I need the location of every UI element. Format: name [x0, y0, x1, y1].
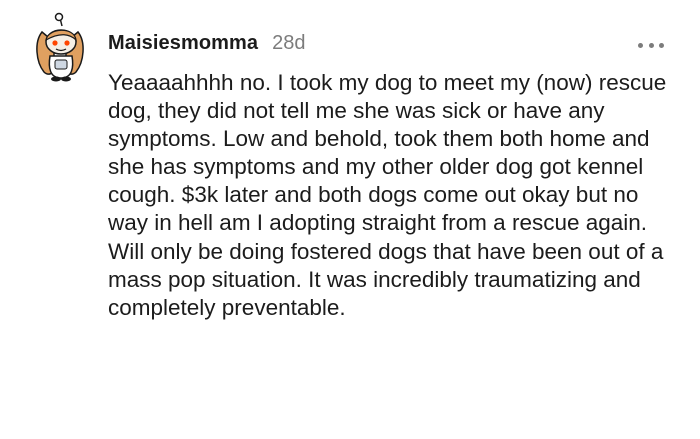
more-options-icon: [659, 42, 664, 48]
username-link[interactable]: Maisiesmomma: [108, 32, 258, 55]
snoo-avatar-icon: [36, 12, 84, 82]
more-options-icon: [648, 42, 654, 48]
comment-header: Maisiesmomma 28d: [108, 32, 306, 55]
user-avatar[interactable]: [30, 12, 92, 82]
more-options-icon: [638, 42, 643, 48]
comment: Maisiesmomma 28d Yeaaaahhhh no. I took m…: [0, 0, 700, 439]
comment-body: Yeaaaahhhh no. I took my dog to meet my …: [108, 70, 667, 320]
more-options-button[interactable]: [638, 38, 664, 52]
comment-age: 28d: [272, 32, 306, 54]
